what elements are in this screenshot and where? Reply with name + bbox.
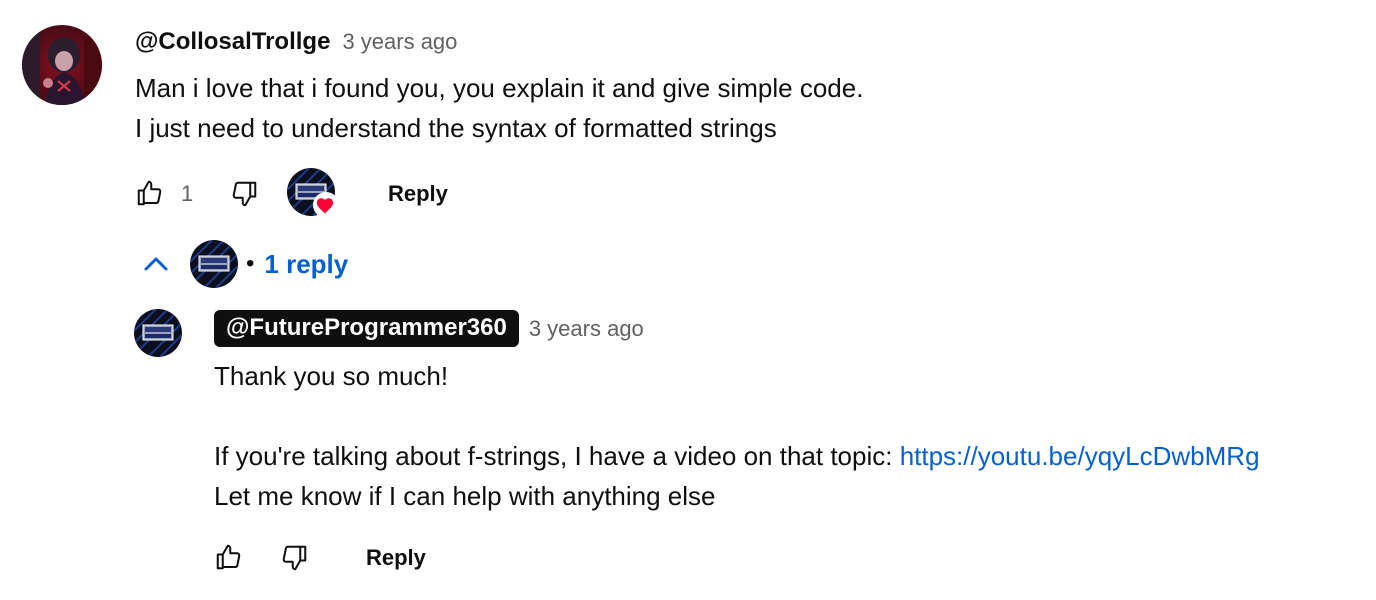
reply-author-chip[interactable]: @FutureProgrammer360 (214, 310, 519, 347)
commenter-avatar[interactable] (22, 25, 102, 105)
creator-heart (287, 168, 339, 220)
like-count: 1 (181, 181, 194, 206)
replies-toggle[interactable]: • 1 reply (138, 238, 348, 290)
reply-header: @FutureProgrammer360 3 years ago (214, 310, 644, 347)
thumbs-up-icon (137, 180, 162, 206)
thumbs-down-icon (232, 181, 257, 207)
reply-text-line-2: If you're talking about f-strings, I hav… (214, 440, 1260, 472)
comment-thread: @CollosalTrollge 3 years ago Man i love … (0, 0, 1376, 600)
separator-dot: • (246, 250, 255, 277)
comment-timestamp[interactable]: 3 years ago (342, 29, 457, 55)
reply-like-button[interactable] (211, 539, 247, 575)
video-link[interactable]: https://youtu.be/yqyLcDwbMRg (900, 441, 1260, 471)
thumbs-up-icon (216, 544, 241, 570)
reply-dislike-button[interactable] (276, 540, 312, 576)
reply-timestamp[interactable]: 3 years ago (529, 316, 644, 342)
comment-text-line-1: Man i love that i found you, you explain… (135, 73, 864, 103)
comment-reply-button[interactable]: Reply (388, 181, 448, 207)
replies-count-label[interactable]: 1 reply (264, 249, 348, 280)
reply-author-avatar[interactable] (134, 309, 182, 357)
creator-heart-icon (313, 192, 339, 218)
comment-text-line-2: I just need to understand the syntax of … (135, 113, 777, 143)
dislike-button[interactable] (226, 176, 262, 212)
thumbs-down-icon (282, 545, 307, 571)
reply-text-line-3: Let me know if I can help with anything … (214, 481, 716, 511)
reply-text-prefix: If you're talking about f-strings, I hav… (214, 441, 900, 471)
like-button[interactable] (132, 175, 168, 211)
chevron-up-icon (138, 246, 174, 282)
reply-reply-button[interactable]: Reply (366, 545, 426, 571)
replier-avatar-small (190, 240, 238, 288)
comment-header: @CollosalTrollge 3 years ago (135, 28, 457, 56)
comment-author[interactable]: @CollosalTrollge (135, 28, 330, 56)
reply-text-line-1: Thank you so much! (214, 361, 449, 391)
